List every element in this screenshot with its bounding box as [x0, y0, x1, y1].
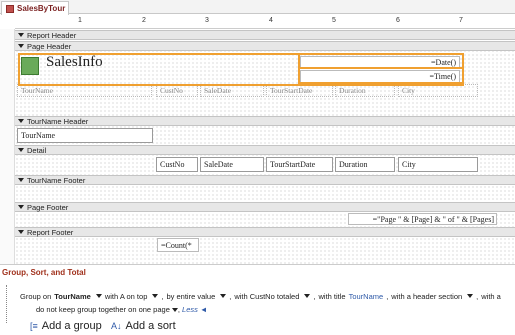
dropdown-arrow-icon[interactable] — [95, 294, 102, 298]
section-page-footer[interactable]: Page Footer — [15, 202, 515, 212]
section-collapse-icon — [18, 33, 24, 37]
keep-together-select[interactable]: do not keep group together on one page — [36, 305, 170, 314]
section-detail[interactable]: Detail — [15, 145, 515, 155]
section-group-header[interactable]: TourName Header — [15, 116, 515, 126]
add-group-button[interactable]: [≡ Add a group — [30, 320, 102, 332]
saledate-textbox[interactable]: SaleDate — [200, 157, 264, 172]
keep-together-row[interactable]: do not keep group together on one page, … — [36, 305, 207, 314]
ruler-mark: 5 — [332, 17, 336, 24]
section-collapse-icon — [18, 178, 24, 182]
tab-label: SalesByTour — [17, 4, 66, 13]
ruler-mark: 7 — [459, 17, 463, 24]
group-field-select[interactable]: TourName — [54, 292, 91, 301]
group-row[interactable]: Group on TourName with A on top, by enti… — [20, 289, 501, 303]
group-sort-total-title: Group, Sort, and Total — [2, 268, 86, 277]
tourname-textbox[interactable]: TourName — [17, 128, 153, 143]
add-sort-icon: A↓ — [111, 321, 122, 331]
header-section-select[interactable]: with a header section — [391, 292, 462, 301]
sort-order-select[interactable]: with A on top — [105, 292, 148, 301]
ruler-mark: 2 — [142, 17, 146, 24]
section-collapse-icon — [18, 230, 24, 234]
count-control[interactable]: =Count(* — [157, 238, 199, 252]
section-collapse-icon — [18, 205, 24, 209]
section-collapse-icon — [18, 148, 24, 152]
section-report-footer[interactable]: Report Footer — [15, 227, 515, 237]
ruler-mark: 3 — [205, 17, 209, 24]
section-collapse-icon — [18, 119, 24, 123]
less-link[interactable]: Less ◄ — [182, 305, 207, 314]
tab-sales-by-tour[interactable]: SalesByTour — [1, 1, 69, 15]
dropdown-arrow-icon[interactable] — [467, 294, 474, 298]
vertical-ruler — [0, 29, 15, 264]
footer-section-select[interactable]: with a — [481, 292, 501, 301]
section-page-header[interactable]: Page Header — [15, 41, 515, 51]
title-link[interactable]: TourName — [349, 292, 384, 301]
dropdown-arrow-icon[interactable] — [220, 294, 227, 298]
dropdown-arrow-icon[interactable] — [152, 294, 159, 298]
group-interval-select[interactable]: by entire value — [166, 292, 215, 301]
city-textbox[interactable]: City — [398, 157, 478, 172]
custno-textbox[interactable]: CustNo — [156, 157, 198, 172]
pane-divider — [0, 264, 515, 265]
ruler-mark: 6 — [396, 17, 400, 24]
document-tab-bar — [0, 0, 515, 14]
section-collapse-icon — [18, 44, 24, 48]
horizontal-ruler: 1 2 3 4 5 6 7 — [15, 15, 515, 29]
tourstartdate-textbox[interactable]: TourStartDate — [266, 157, 333, 172]
section-report-header[interactable]: Report Header — [15, 30, 515, 40]
tree-connector — [6, 285, 7, 323]
dropdown-arrow-icon[interactable] — [304, 294, 311, 298]
ruler-mark: 1 — [78, 17, 82, 24]
layout-cell-outline — [298, 67, 464, 84]
section-group-footer[interactable]: TourName Footer — [15, 175, 515, 185]
dropdown-arrow-icon[interactable] — [171, 308, 178, 312]
add-sort-button[interactable]: A↓ Add a sort — [111, 320, 176, 332]
report-icon — [6, 4, 14, 13]
ruler-mark: 4 — [269, 17, 273, 24]
duration-textbox[interactable]: Duration — [335, 157, 395, 172]
totals-select[interactable]: with CustNo totaled — [234, 292, 299, 301]
add-group-icon: [≡ — [30, 321, 38, 331]
page-number-control[interactable]: ="Page " & [Page] & " of " & [Pages] — [348, 213, 497, 225]
